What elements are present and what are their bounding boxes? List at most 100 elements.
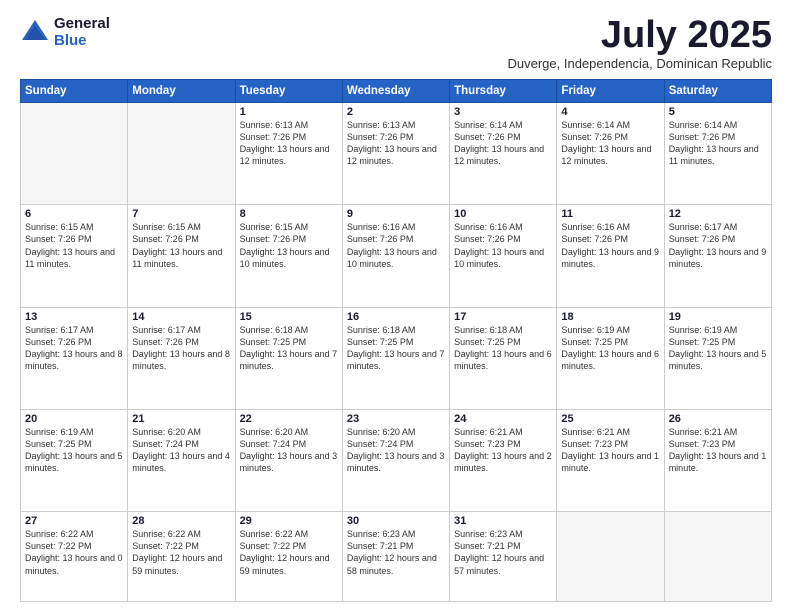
table-row: 22Sunrise: 6:20 AM Sunset: 7:24 PM Dayli…: [235, 409, 342, 511]
day-number: 16: [347, 311, 445, 323]
table-row: 19Sunrise: 6:19 AM Sunset: 7:25 PM Dayli…: [664, 307, 771, 409]
day-number: 26: [669, 413, 767, 425]
day-number: 21: [132, 413, 230, 425]
day-number: 29: [240, 515, 338, 527]
table-row: 25Sunrise: 6:21 AM Sunset: 7:23 PM Dayli…: [557, 409, 664, 511]
day-number: 13: [25, 311, 123, 323]
day-info: Sunrise: 6:16 AM Sunset: 7:26 PM Dayligh…: [454, 221, 552, 270]
day-number: 14: [132, 311, 230, 323]
day-number: 18: [561, 311, 659, 323]
day-number: 3: [454, 106, 552, 118]
table-row: 7Sunrise: 6:15 AM Sunset: 7:26 PM Daylig…: [128, 205, 235, 307]
table-row: [557, 512, 664, 602]
table-row: 1Sunrise: 6:13 AM Sunset: 7:26 PM Daylig…: [235, 103, 342, 205]
day-number: 1: [240, 106, 338, 118]
day-info: Sunrise: 6:19 AM Sunset: 7:25 PM Dayligh…: [561, 324, 659, 373]
day-number: 23: [347, 413, 445, 425]
table-row: 30Sunrise: 6:23 AM Sunset: 7:21 PM Dayli…: [342, 512, 449, 602]
table-row: 9Sunrise: 6:16 AM Sunset: 7:26 PM Daylig…: [342, 205, 449, 307]
logo-text: General Blue: [54, 16, 110, 49]
day-info: Sunrise: 6:13 AM Sunset: 7:26 PM Dayligh…: [240, 119, 338, 168]
table-row: 28Sunrise: 6:22 AM Sunset: 7:22 PM Dayli…: [128, 512, 235, 602]
day-info: Sunrise: 6:17 AM Sunset: 7:26 PM Dayligh…: [669, 221, 767, 270]
table-row: 2Sunrise: 6:13 AM Sunset: 7:26 PM Daylig…: [342, 103, 449, 205]
logo-general: General: [54, 16, 110, 33]
day-info: Sunrise: 6:14 AM Sunset: 7:26 PM Dayligh…: [561, 119, 659, 168]
day-number: 12: [669, 208, 767, 220]
day-info: Sunrise: 6:18 AM Sunset: 7:25 PM Dayligh…: [454, 324, 552, 373]
day-info: Sunrise: 6:21 AM Sunset: 7:23 PM Dayligh…: [561, 426, 659, 475]
table-row: 26Sunrise: 6:21 AM Sunset: 7:23 PM Dayli…: [664, 409, 771, 511]
col-friday: Friday: [557, 80, 664, 103]
day-number: 22: [240, 413, 338, 425]
subtitle: Duverge, Independencia, Dominican Republ…: [508, 56, 773, 71]
day-info: Sunrise: 6:14 AM Sunset: 7:26 PM Dayligh…: [454, 119, 552, 168]
day-info: Sunrise: 6:21 AM Sunset: 7:23 PM Dayligh…: [669, 426, 767, 475]
day-number: 5: [669, 106, 767, 118]
col-thursday: Thursday: [450, 80, 557, 103]
logo: General Blue: [20, 16, 110, 49]
table-row: 15Sunrise: 6:18 AM Sunset: 7:25 PM Dayli…: [235, 307, 342, 409]
table-row: 24Sunrise: 6:21 AM Sunset: 7:23 PM Dayli…: [450, 409, 557, 511]
page: General Blue July 2025 Duverge, Independ…: [0, 0, 792, 612]
day-info: Sunrise: 6:20 AM Sunset: 7:24 PM Dayligh…: [240, 426, 338, 475]
col-sunday: Sunday: [21, 80, 128, 103]
table-row: 23Sunrise: 6:20 AM Sunset: 7:24 PM Dayli…: [342, 409, 449, 511]
month-title: July 2025: [508, 16, 773, 54]
table-row: 8Sunrise: 6:15 AM Sunset: 7:26 PM Daylig…: [235, 205, 342, 307]
day-info: Sunrise: 6:17 AM Sunset: 7:26 PM Dayligh…: [25, 324, 123, 373]
day-number: 11: [561, 208, 659, 220]
day-number: 8: [240, 208, 338, 220]
table-row: 10Sunrise: 6:16 AM Sunset: 7:26 PM Dayli…: [450, 205, 557, 307]
day-info: Sunrise: 6:22 AM Sunset: 7:22 PM Dayligh…: [240, 528, 338, 577]
day-info: Sunrise: 6:22 AM Sunset: 7:22 PM Dayligh…: [25, 528, 123, 577]
day-info: Sunrise: 6:19 AM Sunset: 7:25 PM Dayligh…: [25, 426, 123, 475]
table-row: [128, 103, 235, 205]
table-row: [21, 103, 128, 205]
table-row: 5Sunrise: 6:14 AM Sunset: 7:26 PM Daylig…: [664, 103, 771, 205]
logo-blue: Blue: [54, 33, 110, 50]
day-info: Sunrise: 6:13 AM Sunset: 7:26 PM Dayligh…: [347, 119, 445, 168]
day-info: Sunrise: 6:15 AM Sunset: 7:26 PM Dayligh…: [25, 221, 123, 270]
day-number: 7: [132, 208, 230, 220]
calendar-table: Sunday Monday Tuesday Wednesday Thursday…: [20, 79, 772, 602]
day-info: Sunrise: 6:20 AM Sunset: 7:24 PM Dayligh…: [347, 426, 445, 475]
day-info: Sunrise: 6:16 AM Sunset: 7:26 PM Dayligh…: [347, 221, 445, 270]
day-info: Sunrise: 6:18 AM Sunset: 7:25 PM Dayligh…: [240, 324, 338, 373]
day-info: Sunrise: 6:15 AM Sunset: 7:26 PM Dayligh…: [132, 221, 230, 270]
table-row: 31Sunrise: 6:23 AM Sunset: 7:21 PM Dayli…: [450, 512, 557, 602]
day-number: 25: [561, 413, 659, 425]
day-number: 4: [561, 106, 659, 118]
header: General Blue July 2025 Duverge, Independ…: [20, 16, 772, 71]
col-tuesday: Tuesday: [235, 80, 342, 103]
day-info: Sunrise: 6:22 AM Sunset: 7:22 PM Dayligh…: [132, 528, 230, 577]
table-row: 11Sunrise: 6:16 AM Sunset: 7:26 PM Dayli…: [557, 205, 664, 307]
day-info: Sunrise: 6:16 AM Sunset: 7:26 PM Dayligh…: [561, 221, 659, 270]
day-number: 31: [454, 515, 552, 527]
col-monday: Monday: [128, 80, 235, 103]
day-info: Sunrise: 6:17 AM Sunset: 7:26 PM Dayligh…: [132, 324, 230, 373]
title-block: July 2025 Duverge, Independencia, Domini…: [508, 16, 773, 71]
calendar-header-row: Sunday Monday Tuesday Wednesday Thursday…: [21, 80, 772, 103]
day-number: 2: [347, 106, 445, 118]
table-row: 21Sunrise: 6:20 AM Sunset: 7:24 PM Dayli…: [128, 409, 235, 511]
day-info: Sunrise: 6:14 AM Sunset: 7:26 PM Dayligh…: [669, 119, 767, 168]
day-number: 9: [347, 208, 445, 220]
table-row: 20Sunrise: 6:19 AM Sunset: 7:25 PM Dayli…: [21, 409, 128, 511]
table-row: 3Sunrise: 6:14 AM Sunset: 7:26 PM Daylig…: [450, 103, 557, 205]
day-number: 28: [132, 515, 230, 527]
table-row: 27Sunrise: 6:22 AM Sunset: 7:22 PM Dayli…: [21, 512, 128, 602]
day-info: Sunrise: 6:18 AM Sunset: 7:25 PM Dayligh…: [347, 324, 445, 373]
day-number: 15: [240, 311, 338, 323]
table-row: 29Sunrise: 6:22 AM Sunset: 7:22 PM Dayli…: [235, 512, 342, 602]
table-row: 4Sunrise: 6:14 AM Sunset: 7:26 PM Daylig…: [557, 103, 664, 205]
day-number: 24: [454, 413, 552, 425]
day-number: 30: [347, 515, 445, 527]
table-row: 14Sunrise: 6:17 AM Sunset: 7:26 PM Dayli…: [128, 307, 235, 409]
col-wednesday: Wednesday: [342, 80, 449, 103]
day-number: 10: [454, 208, 552, 220]
day-info: Sunrise: 6:19 AM Sunset: 7:25 PM Dayligh…: [669, 324, 767, 373]
day-info: Sunrise: 6:23 AM Sunset: 7:21 PM Dayligh…: [347, 528, 445, 577]
day-number: 27: [25, 515, 123, 527]
table-row: 13Sunrise: 6:17 AM Sunset: 7:26 PM Dayli…: [21, 307, 128, 409]
